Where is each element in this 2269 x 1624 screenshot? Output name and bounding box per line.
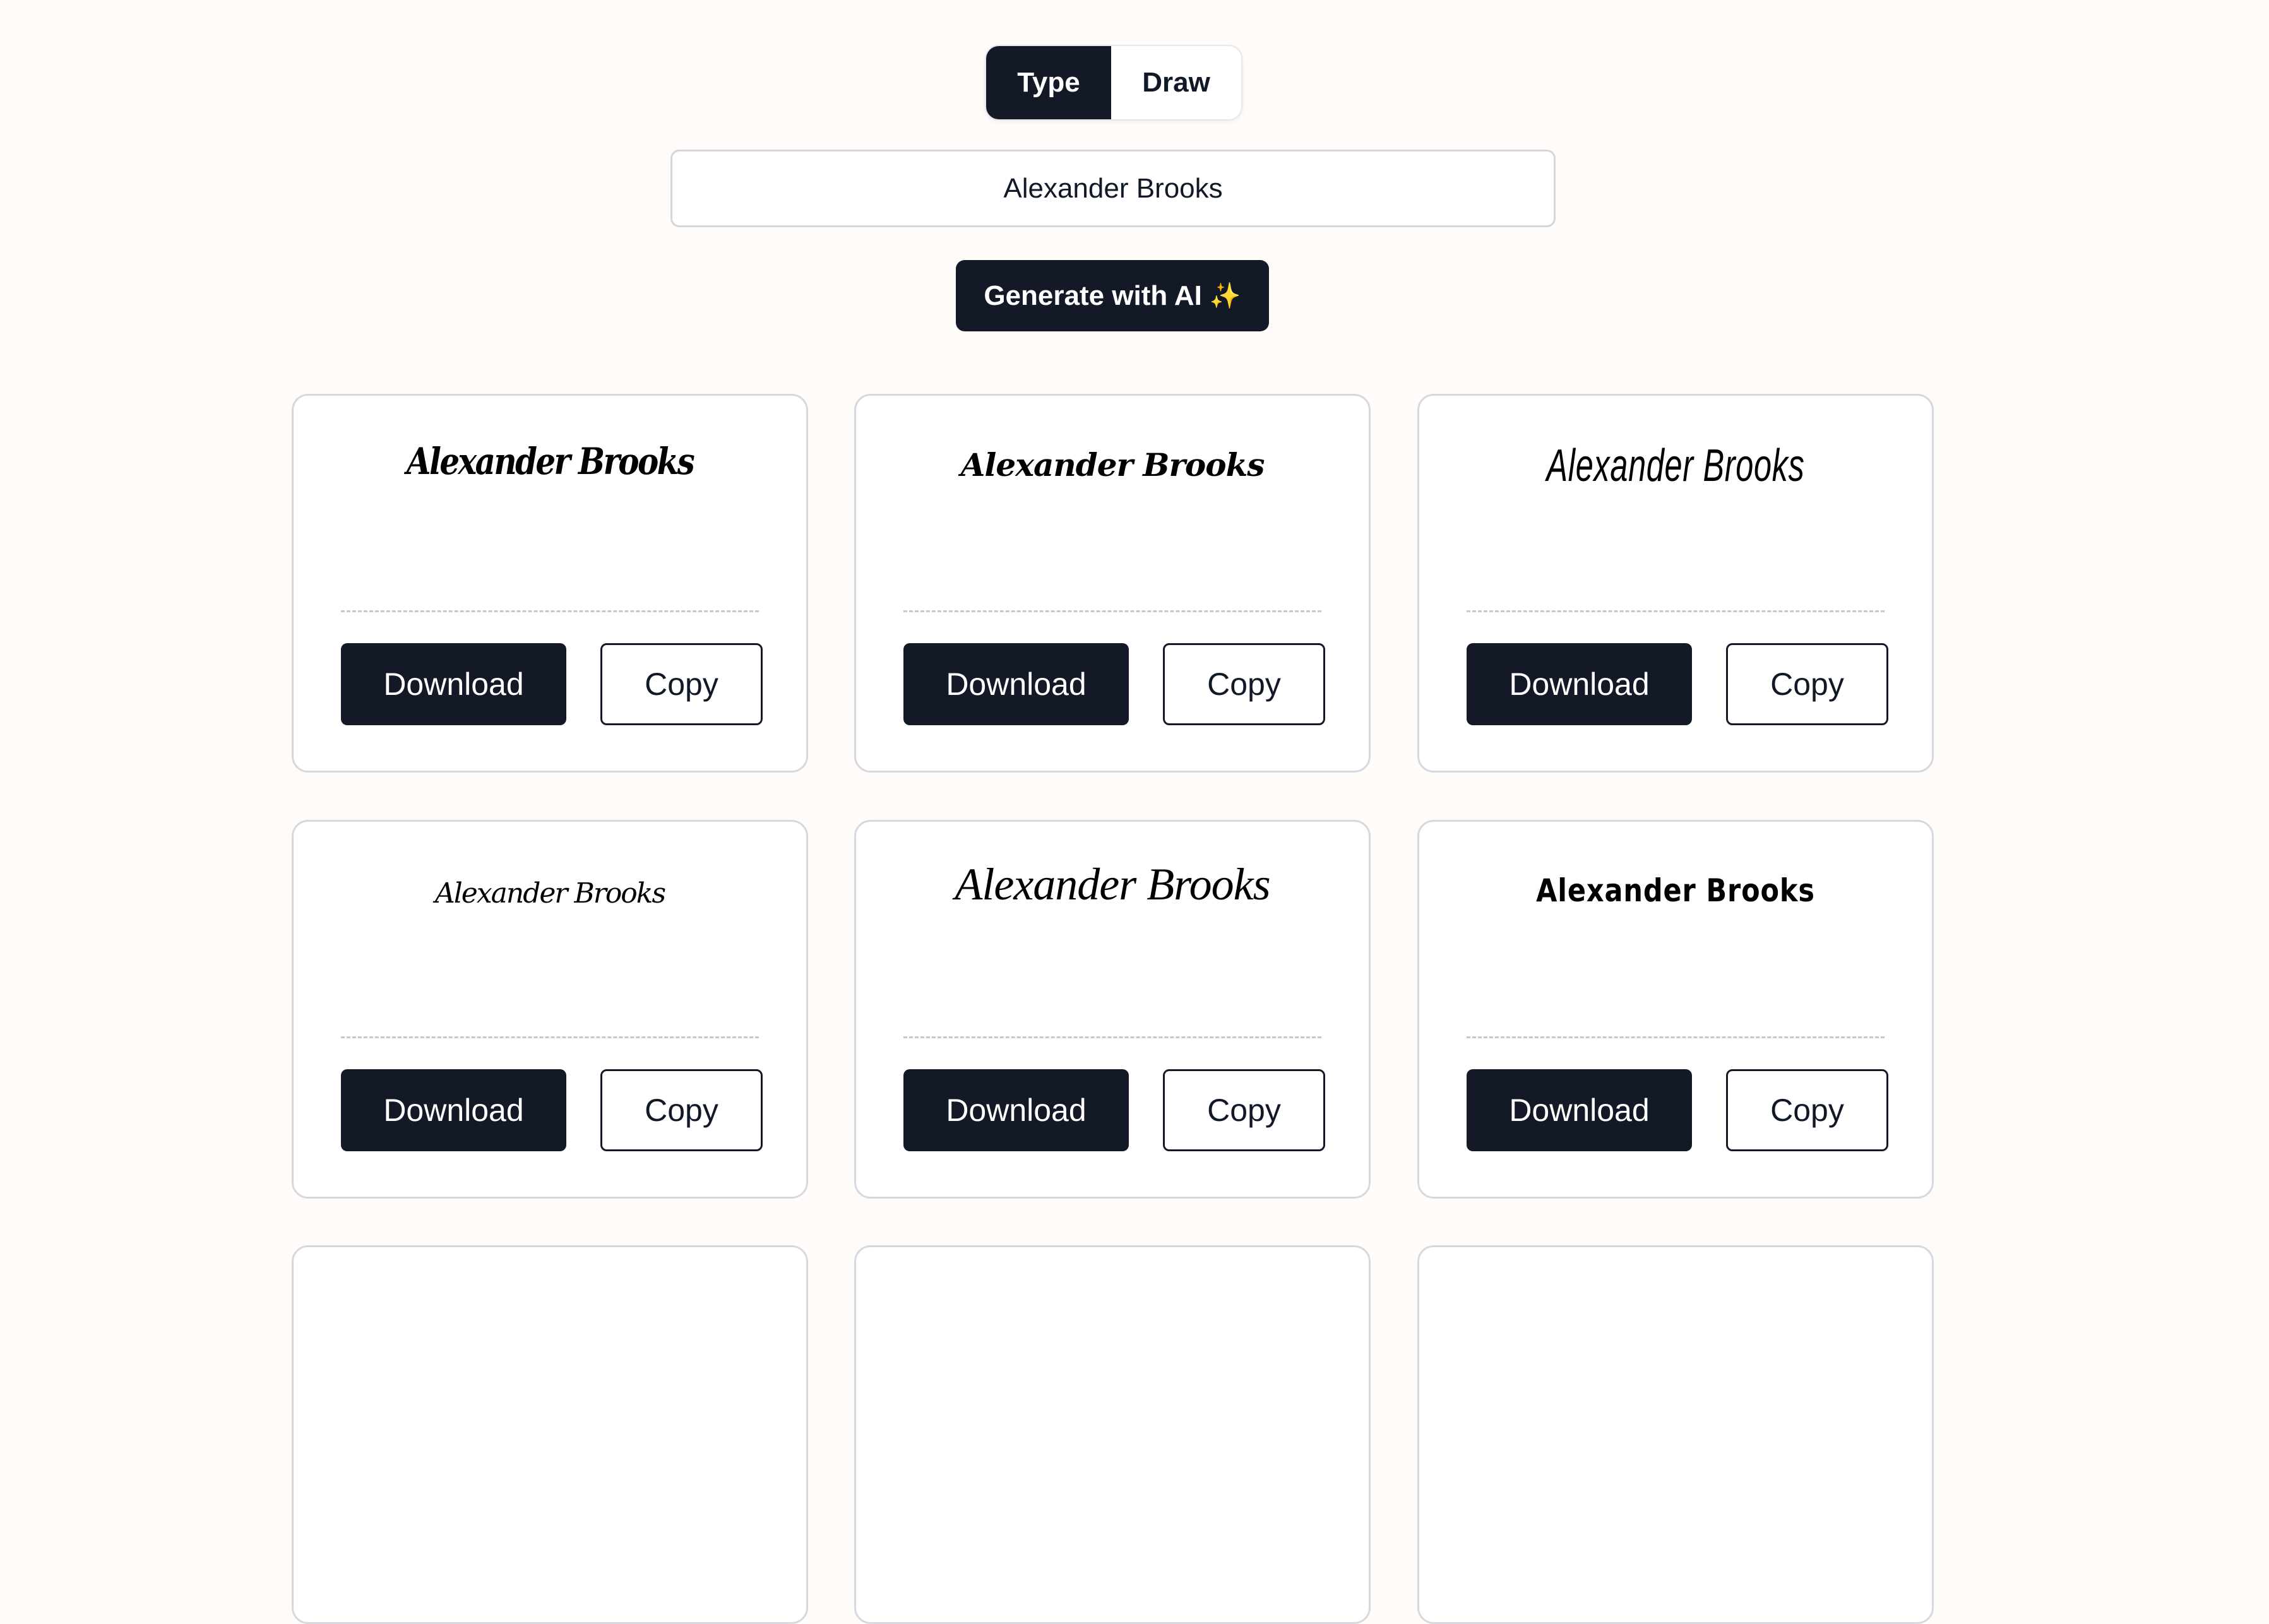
generate-button-label: Generate with AI: [984, 280, 1202, 311]
tab-type[interactable]: Type: [986, 46, 1111, 119]
signature-preview: Alexander Brooks: [955, 859, 1270, 910]
generate-with-ai-button[interactable]: Generate with AI ✨: [956, 260, 1269, 331]
signature-baseline: [341, 610, 759, 612]
download-button[interactable]: Download: [1467, 1069, 1692, 1151]
copy-button[interactable]: Copy: [1726, 643, 1888, 725]
signature-card: Alexander Brooks Download Copy: [1417, 820, 1934, 1199]
copy-button[interactable]: Copy: [1726, 1069, 1888, 1151]
download-button[interactable]: Download: [903, 643, 1129, 725]
signature-card-partial: [854, 1245, 1371, 1624]
signature-card: Alexander Brooks Download Copy: [854, 820, 1371, 1199]
copy-button[interactable]: Copy: [1163, 643, 1325, 725]
signature-baseline: [1467, 610, 1885, 612]
download-button[interactable]: Download: [1467, 643, 1692, 725]
signature-preview: Alexander Brooks: [960, 446, 1265, 483]
copy-button[interactable]: Copy: [600, 643, 763, 725]
signature-card: Alexander Brooks Download Copy: [854, 394, 1371, 773]
signature-baseline: [341, 1036, 759, 1038]
download-button[interactable]: Download: [341, 643, 566, 725]
tab-draw[interactable]: Draw: [1111, 46, 1241, 119]
download-button[interactable]: Download: [903, 1069, 1129, 1151]
signature-baseline: [1467, 1036, 1885, 1038]
signature-card: Alexander Brooks Download Copy: [292, 820, 808, 1199]
signature-preview: Alexander Brooks: [1546, 441, 1805, 491]
sparkles-icon: ✨: [1209, 282, 1241, 310]
signature-preview: Alexander Brooks: [434, 877, 666, 910]
copy-button[interactable]: Copy: [600, 1069, 763, 1151]
signature-preview: Alexander Brooks: [406, 440, 695, 483]
name-input[interactable]: [670, 150, 1556, 227]
signature-preview: Alexander Brooks: [1536, 872, 1815, 909]
mode-toggle: Type Draw: [985, 45, 1242, 121]
signature-baseline: [903, 610, 1321, 612]
copy-button[interactable]: Copy: [1163, 1069, 1325, 1151]
signature-baseline: [903, 1036, 1321, 1038]
signature-card: Alexander Brooks Download Copy: [292, 394, 808, 773]
download-button[interactable]: Download: [341, 1069, 566, 1151]
signature-card-partial: [292, 1245, 808, 1624]
signature-card: Alexander Brooks Download Copy: [1417, 394, 1934, 773]
signature-card-partial: [1417, 1245, 1934, 1624]
